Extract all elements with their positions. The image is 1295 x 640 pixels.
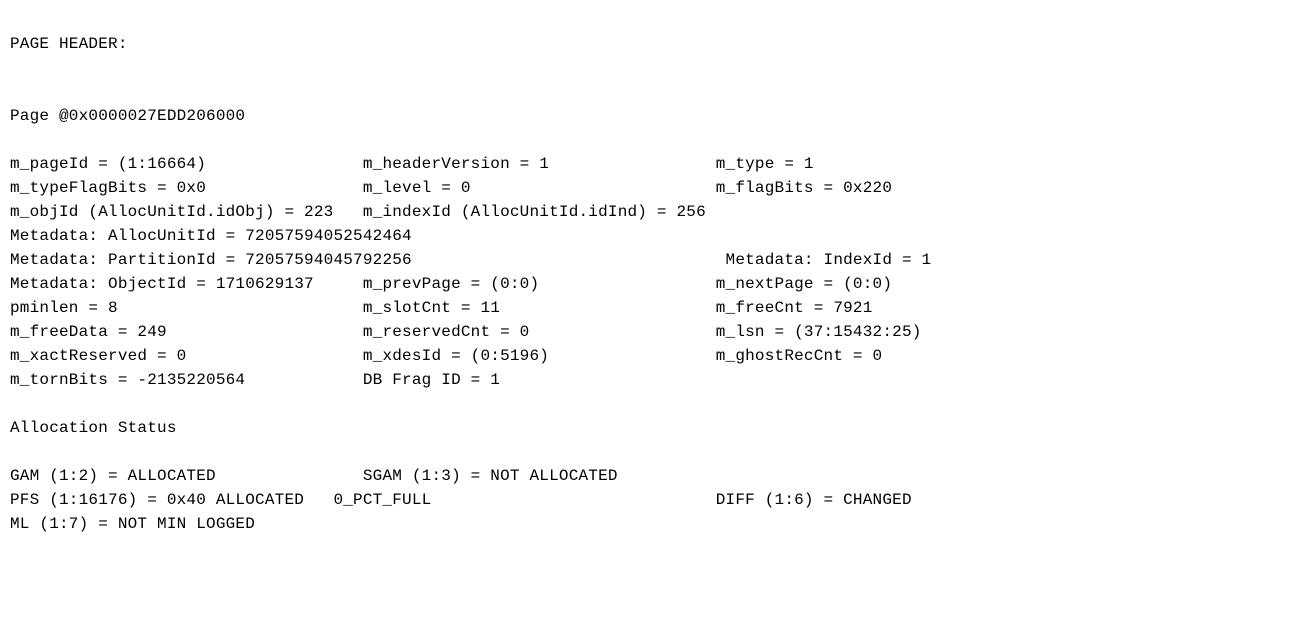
row-6: Metadata: ObjectId = 1710629137 m_prevPa…	[10, 275, 892, 293]
section-page-header: PAGE HEADER:	[10, 35, 128, 53]
alloc-row-2: PFS (1:16176) = 0x40 ALLOCATED 0_PCT_FUL…	[10, 491, 912, 509]
page-address-line: Page @0x0000027EDD206000	[10, 107, 245, 125]
alloc-row-3: ML (1:7) = NOT MIN LOGGED	[10, 515, 363, 533]
row-3: m_objId (AllocUnitId.idObj) = 223 m_inde…	[10, 203, 716, 221]
row-8: m_freeData = 249 m_reservedCnt = 0 m_lsn…	[10, 323, 922, 341]
alloc-row-1: GAM (1:2) = ALLOCATED SGAM (1:3) = NOT A…	[10, 467, 716, 485]
row-2: m_typeFlagBits = 0x0 m_level = 0 m_flagB…	[10, 179, 892, 197]
row-9: m_xactReserved = 0 m_xdesId = (0:5196) m…	[10, 347, 882, 365]
section-allocation-status: Allocation Status	[10, 419, 177, 437]
row-1: m_pageId = (1:16664) m_headerVersion = 1…	[10, 155, 814, 173]
row-7: pminlen = 8 m_slotCnt = 11 m_freeCnt = 7…	[10, 299, 873, 317]
row-5: Metadata: PartitionId = 7205759404579225…	[10, 251, 931, 269]
row-10: m_tornBits = -2135220564 DB Frag ID = 1	[10, 371, 716, 389]
row-4: Metadata: AllocUnitId = 7205759405254246…	[10, 227, 716, 245]
